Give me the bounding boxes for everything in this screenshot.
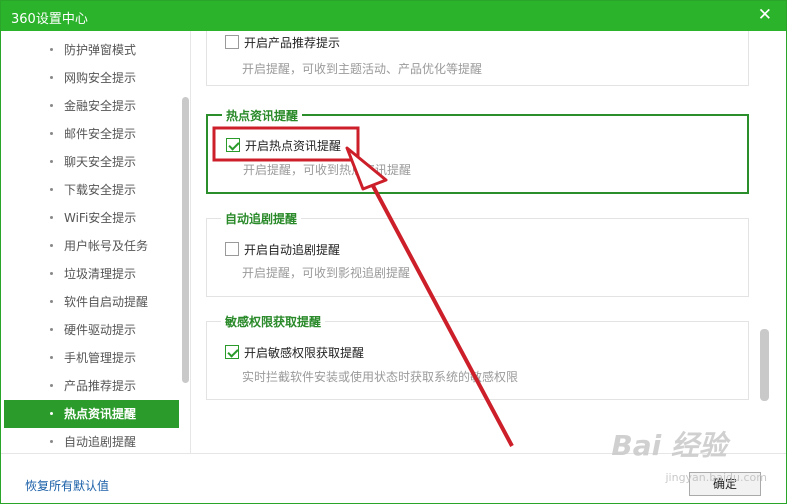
sidebar-item-autostart[interactable]: 软件自启动提醒 [4,288,179,316]
bullet-icon [50,440,53,443]
sidebar-nav: 防护弹窗模式 网购安全提示 金融安全提示 邮件安全提示 聊天安全提示 下载安全提… [4,31,191,453]
hot-news-option[interactable]: 开启热点资讯提醒 [226,135,341,155]
hot-news-checkbox[interactable] [226,138,240,152]
sidebar-scrollbar-thumb[interactable] [182,97,189,383]
settings-window: 360设置中心 ✕ 防护弹窗模式 网购安全提示 金融安全提示 邮件安全提示 聊天… [0,0,787,504]
option-description: 开启提醒，可收到热点资讯提醒 [243,163,412,177]
sidebar-item-label: 用户帐号及任务 [64,239,149,253]
close-icon[interactable]: ✕ [758,5,772,25]
sidebar-item-chat-security[interactable]: 聊天安全提示 [4,148,179,176]
product-recommend-checkbox[interactable] [225,35,239,49]
sidebar-item-label: 邮件安全提示 [64,127,137,141]
bullet-icon [50,160,53,163]
sidebar-item-label: 硬件驱动提示 [64,323,137,337]
bullet-icon [50,132,53,135]
sidebar-item-shopping-security[interactable]: 网购安全提示 [4,64,179,92]
bullet-icon [50,76,53,79]
sidebar-item-label: 网购安全提示 [64,71,137,85]
restore-defaults-link[interactable]: 恢复所有默认值 [25,477,109,494]
sidebar-item-label: 产品推荐提示 [64,379,137,393]
sidebar-item-product-recommend[interactable]: 产品推荐提示 [4,372,179,400]
bullet-icon [50,272,53,275]
sidebar-item-auto-drama[interactable]: 自动追剧提醒 [4,428,179,453]
section-auto-drama: 自动追剧提醒 开启自动追剧提醒 开启提醒，可收到影视追剧提醒 [206,210,749,297]
bullet-icon [50,384,53,387]
option-description: 实时拦截软件安装或使用状态时获取系统的敏感权限 [242,370,519,384]
sidebar-item-hot-news[interactable]: 热点资讯提醒 [4,400,179,428]
section-title: 自动追剧提醒 [221,210,302,227]
sidebar-item-label: 金融安全提示 [64,99,137,113]
bullet-icon [50,188,53,191]
bullet-icon [50,48,53,51]
section-product-recommend: 开启产品推荐提示 开启提醒，可收到主题活动、产品优化等提醒 [206,31,749,86]
option-label: 开启产品推荐提示 [244,35,341,50]
sidebar-item-junk-cleanup[interactable]: 垃圾清理提示 [4,260,179,288]
product-recommend-option[interactable]: 开启产品推荐提示 [225,32,340,52]
title-bar: 360设置中心 ✕ [1,1,786,31]
bullet-icon [50,356,53,359]
sidebar-item-download-security[interactable]: 下载安全提示 [4,176,179,204]
bullet-icon [50,328,53,331]
bullet-icon [50,412,53,415]
sidebar-item-label: 垃圾清理提示 [64,267,137,281]
bullet-icon [50,244,53,247]
sidebar-item-hardware-driver[interactable]: 硬件驱动提示 [4,316,179,344]
window-title: 360设置中心 [11,12,88,27]
sidebar-item-label: 软件自启动提醒 [64,295,149,309]
section-title: 敏感权限获取提醒 [221,313,326,330]
option-description: 开启提醒，可收到影视追剧提醒 [242,266,411,280]
ok-button[interactable]: 确定 [689,472,761,496]
section-sensitive-permission: 敏感权限获取提醒 开启敏感权限获取提醒 实时拦截软件安装或使用状态时获取系统的敏… [206,313,749,400]
sidebar-item-finance-security[interactable]: 金融安全提示 [4,92,179,120]
auto-drama-option[interactable]: 开启自动追剧提醒 [225,239,340,259]
bottom-bar: 恢复所有默认值 确定 [1,453,786,503]
sidebar-item-label: 自动追剧提醒 [64,435,137,449]
option-label: 开启热点资讯提醒 [245,138,342,153]
section-hot-news: 热点资讯提醒 开启热点资讯提醒 开启提醒，可收到热点资讯提醒 [206,107,749,194]
option-label: 开启敏感权限获取提醒 [244,345,365,360]
sidebar-item-account-tasks[interactable]: 用户帐号及任务 [4,232,179,260]
sidebar-item-wifi-security[interactable]: WiFi安全提示 [4,204,179,232]
sidebar-item-mail-security[interactable]: 邮件安全提示 [4,120,179,148]
sidebar-item-label: 下载安全提示 [64,183,137,197]
sidebar-item-label: 聊天安全提示 [64,155,137,169]
bullet-icon [50,300,53,303]
sidebar-item-label: 防护弹窗模式 [64,43,137,57]
sidebar-item-phone-management[interactable]: 手机管理提示 [4,344,179,372]
sensitive-permission-option[interactable]: 开启敏感权限获取提醒 [225,342,364,362]
sidebar-item-label: WiFi安全提示 [64,211,137,225]
sidebar-item-label: 热点资讯提醒 [64,407,137,421]
bullet-icon [50,216,53,219]
section-title: 热点资讯提醒 [222,107,303,124]
sidebar-item-popup-mode[interactable]: 防护弹窗模式 [4,36,179,64]
sensitive-permission-checkbox[interactable] [225,345,239,359]
content-scrollbar-thumb[interactable] [760,329,769,401]
sidebar-item-label: 手机管理提示 [64,351,137,365]
option-description: 开启提醒，可收到主题活动、产品优化等提醒 [242,62,483,76]
bullet-icon [50,104,53,107]
settings-content: 开启产品推荐提示 开启提醒，可收到主题活动、产品优化等提醒 热点资讯提醒 开启热… [192,31,786,453]
option-label: 开启自动追剧提醒 [244,242,341,257]
auto-drama-checkbox[interactable] [225,242,239,256]
